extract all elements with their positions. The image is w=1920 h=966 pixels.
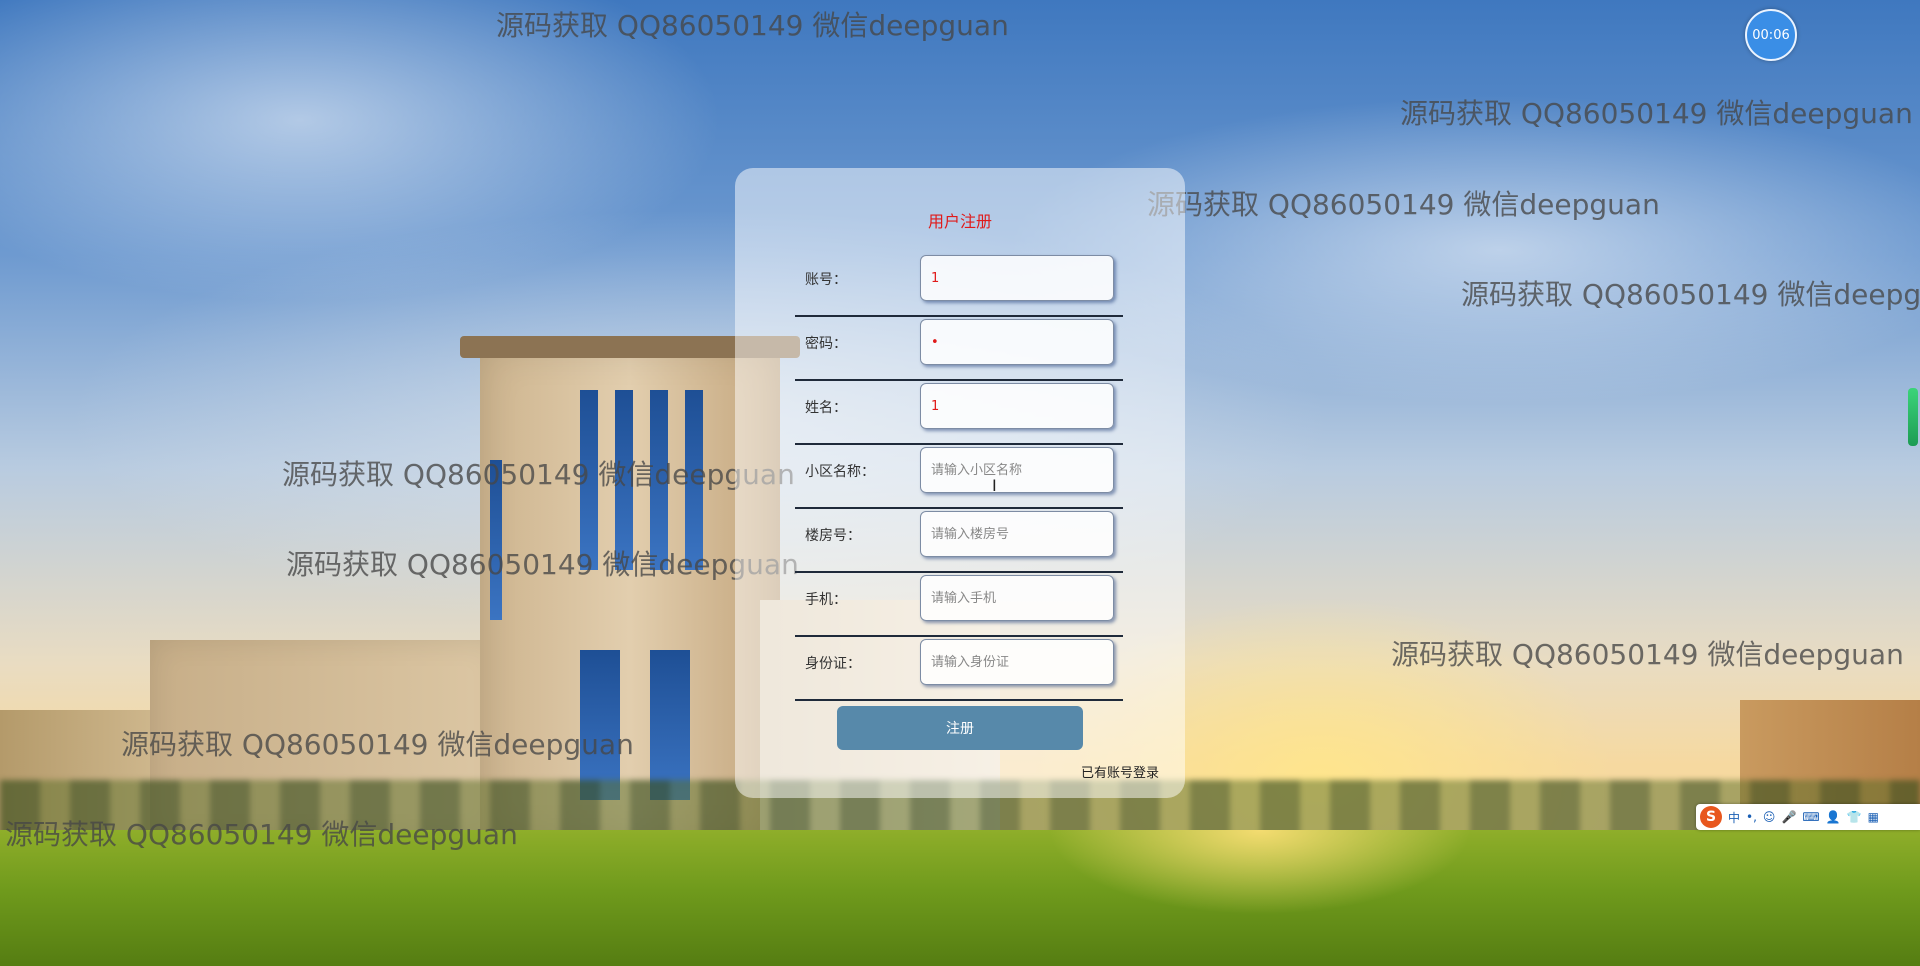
building-window [650, 390, 668, 570]
building-window [580, 650, 620, 800]
ime-user-icon[interactable]: 👤 [1826, 810, 1841, 824]
register-card: 用户注册 账号： 密码： 姓名： 小区名称： 楼房号： 手机： 身份证： 注册 … [735, 168, 1185, 798]
register-button[interactable]: 注册 [837, 706, 1083, 750]
account-row: 账号： [795, 253, 1123, 317]
building-number-label: 楼房号： [805, 528, 861, 544]
ime-emoji-icon[interactable]: ☺ [1763, 810, 1776, 824]
phone-label: 手机： [805, 592, 847, 608]
password-label: 密码： [805, 336, 847, 352]
building-number-row: 楼房号： [795, 509, 1123, 573]
ime-punctuation-icon[interactable]: •, [1746, 810, 1757, 824]
account-label: 账号： [805, 272, 847, 288]
id-card-input[interactable] [920, 639, 1114, 685]
ime-toolbar: S 中 •, ☺ 🎤 ⌨ 👤 👕 ▦ [1696, 804, 1920, 830]
sogou-logo-icon[interactable]: S [1700, 806, 1722, 828]
password-input[interactable] [920, 319, 1114, 365]
id-card-label: 身份证： [805, 656, 861, 672]
community-input[interactable] [920, 447, 1114, 493]
ime-keyboard-icon[interactable]: ⌨ [1802, 810, 1819, 824]
ime-skin-icon[interactable]: 👕 [1847, 810, 1862, 824]
phone-input[interactable] [920, 575, 1114, 621]
id-card-row: 身份证： [795, 637, 1123, 701]
name-row: 姓名： [795, 381, 1123, 445]
building-number-input[interactable] [920, 511, 1114, 557]
account-input[interactable] [920, 255, 1114, 301]
ime-toolbox-icon[interactable]: ▦ [1868, 810, 1879, 824]
name-label: 姓名： [805, 400, 847, 416]
password-row: 密码： [795, 317, 1123, 381]
text-cursor-icon: I [992, 476, 997, 495]
community-label: 小区名称： [805, 464, 875, 480]
name-input[interactable] [920, 383, 1114, 429]
lawn [0, 830, 1920, 966]
community-row: 小区名称： [795, 445, 1123, 509]
timer-badge: 00:06 [1745, 9, 1797, 61]
building-window [615, 390, 633, 570]
building-window [650, 650, 690, 800]
side-widget-handle[interactable] [1908, 388, 1918, 446]
building-window [580, 390, 598, 570]
login-link[interactable]: 已有账号登录 [1081, 762, 1159, 781]
register-title: 用户注册 [927, 212, 992, 231]
ime-voice-icon[interactable]: 🎤 [1781, 810, 1796, 824]
building-window [490, 460, 502, 620]
ime-chinese-mode[interactable]: 中 [1728, 809, 1740, 826]
phone-row: 手机： [795, 573, 1123, 637]
building-window [685, 390, 703, 570]
